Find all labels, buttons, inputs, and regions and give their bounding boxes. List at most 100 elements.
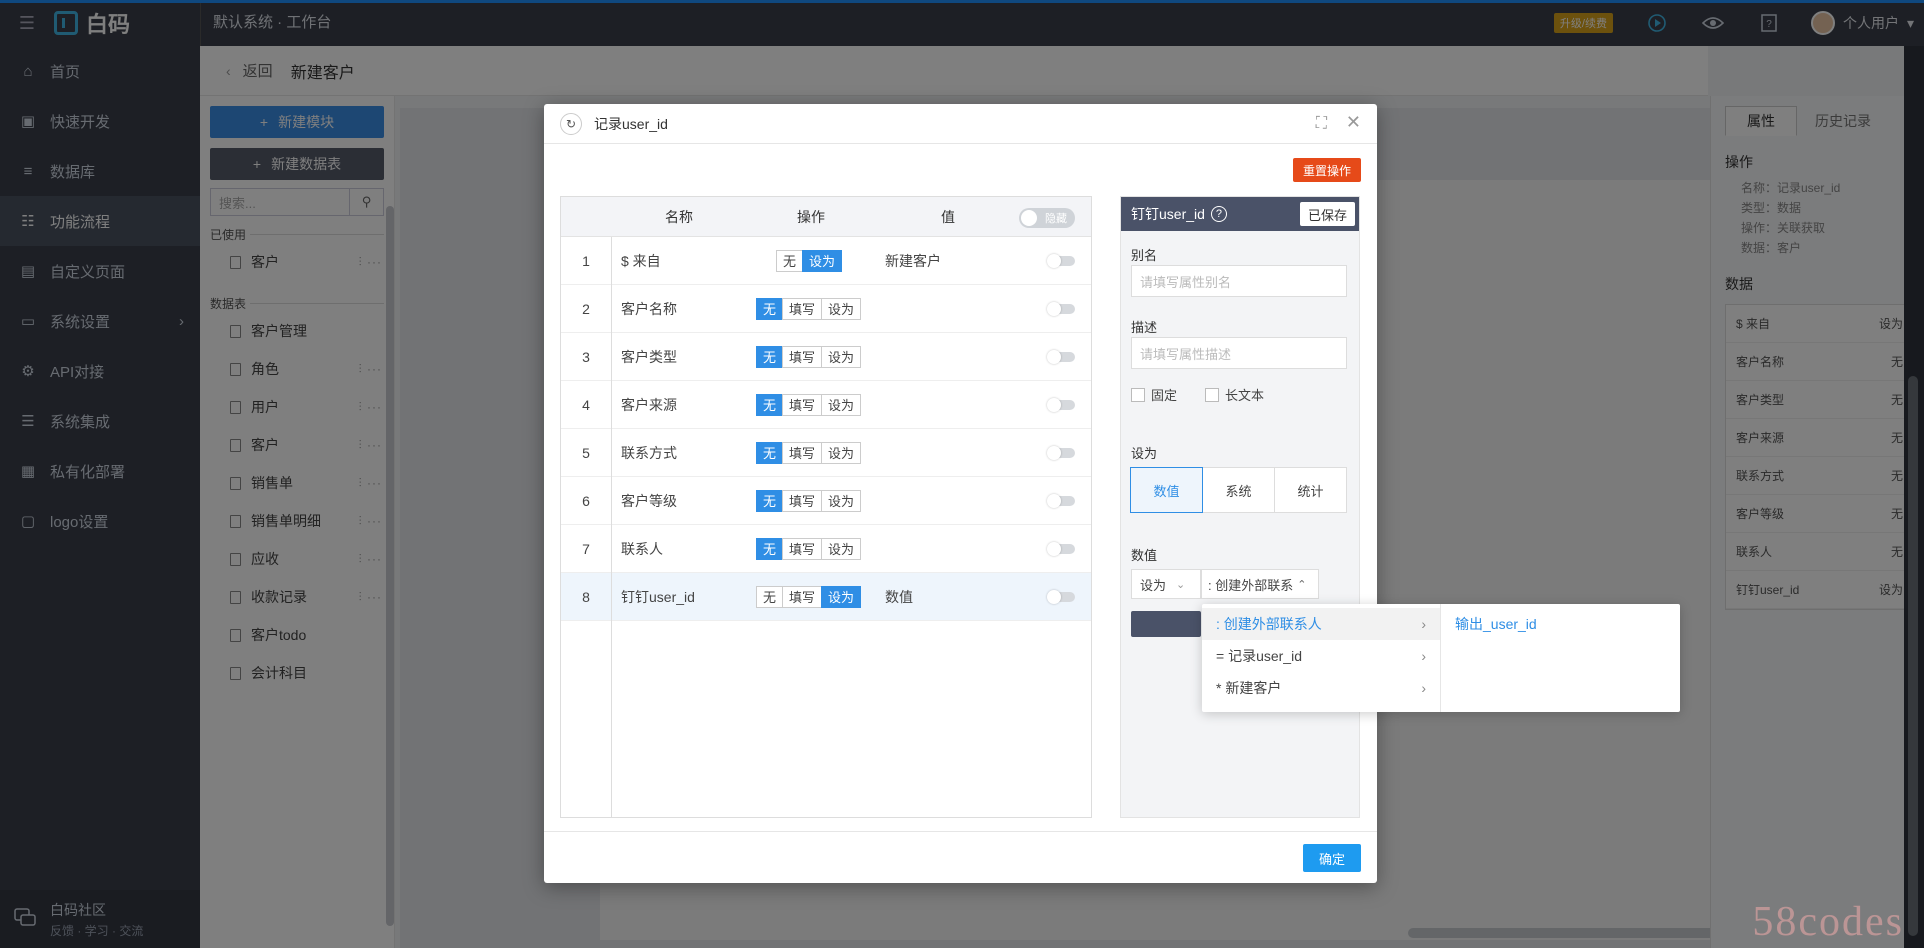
op-fill-button[interactable]: 填写 [782, 489, 823, 512]
op-set-button[interactable]: 设为 [821, 537, 862, 560]
seg-system[interactable]: 系统 [1202, 467, 1275, 513]
row-visibility-switch[interactable] [1047, 445, 1075, 460]
confirm-button[interactable]: 确定 [1303, 844, 1361, 872]
table-row[interactable]: 1 $ 来自 无设为 新建客户 [561, 237, 1091, 285]
op-set-button[interactable]: 设为 [821, 441, 862, 464]
col-name-header: 名称 [665, 208, 693, 225]
row-operation-toggle: 无设为 [776, 249, 843, 272]
hide-toggle-label: 隐藏 [1045, 213, 1067, 225]
longtext-checkbox[interactable]: 长文本 [1205, 385, 1264, 404]
close-icon[interactable]: ✕ [1346, 112, 1361, 133]
seg-stats[interactable]: 统计 [1274, 467, 1347, 513]
op-none-button[interactable]: 无 [756, 585, 784, 608]
chevron-right-icon: › [1421, 648, 1426, 664]
grid-divider [611, 237, 612, 817]
col-op-header: 操作 [797, 208, 825, 225]
table-row[interactable]: 7 联系人 无填写 设为 [561, 525, 1091, 573]
row-number: 1 [582, 252, 590, 269]
row-number: 6 [582, 492, 590, 509]
row-visibility-switch[interactable] [1047, 253, 1075, 268]
alias-field[interactable]: 请填写属性别名 [1131, 265, 1347, 297]
table-row[interactable]: 8 钉钉user_id 无填写 设为 数值 [561, 573, 1091, 621]
cascader-column-2: 输出_user_id [1441, 604, 1680, 712]
setas-select[interactable]: 设为 ⌄ [1131, 569, 1201, 599]
row-operation-toggle: 无填写 设为 [756, 393, 862, 416]
setas-select-value: 设为 [1140, 577, 1167, 593]
row-name: 客户类型 [621, 348, 677, 365]
watermark: 58codes [1752, 899, 1904, 945]
row-number: 3 [582, 348, 590, 365]
panel-action-bar[interactable] [1131, 611, 1201, 637]
row-visibility-switch[interactable] [1047, 349, 1075, 364]
seg-value[interactable]: 数值 [1130, 467, 1203, 513]
saved-button[interactable]: 已保存 [1299, 202, 1355, 226]
source-select[interactable]: : 创建外部联系 ⌃ [1201, 569, 1319, 599]
op-set-button[interactable]: 设为 [821, 345, 862, 368]
op-none-button[interactable]: 无 [776, 249, 804, 272]
row-name: 钉钉user_id [621, 588, 695, 605]
reset-button[interactable]: 重置操作 [1292, 158, 1361, 182]
dialog-title: 记录user_id [594, 115, 668, 132]
fullscreen-icon[interactable]: ⛶ [1316, 115, 1327, 133]
op-none-button[interactable]: 无 [756, 441, 784, 464]
op-fill-button[interactable]: 填写 [782, 441, 823, 464]
alias-placeholder: 请填写属性别名 [1140, 274, 1232, 290]
cascader-column-1: : 创建外部联系人 › = 记录user_id › * 新建客户 › [1202, 604, 1441, 712]
fixed-checkbox[interactable]: 固定 [1131, 385, 1177, 404]
op-fill-button[interactable]: 填写 [782, 585, 823, 608]
checkbox-box [1131, 387, 1145, 402]
op-none-button[interactable]: 无 [756, 345, 784, 368]
cascader-option-label: 输出_user_id [1455, 616, 1537, 632]
op-fill-button[interactable]: 填写 [782, 393, 823, 416]
setas-segmented: 数值 系统 统计 [1130, 467, 1347, 513]
op-none-button[interactable]: 无 [756, 393, 784, 416]
dialog-footer: 确定 [544, 831, 1377, 883]
op-none-button[interactable]: 无 [756, 489, 784, 512]
description-field[interactable]: 请填写属性描述 [1131, 337, 1347, 369]
cascader-output-option[interactable]: 输出_user_id [1441, 608, 1680, 640]
table-row[interactable]: 3 客户类型 无填写 设为 [561, 333, 1091, 381]
row-visibility-switch[interactable] [1047, 301, 1075, 316]
chevron-down-icon: ⌄ [1176, 578, 1186, 591]
table-row[interactable]: 2 客户名称 无填写 设为 [561, 285, 1091, 333]
checkbox-box [1205, 387, 1219, 402]
row-name: 客户来源 [621, 396, 677, 413]
row-value: 数值 [885, 588, 913, 605]
op-fill-button[interactable]: 填写 [782, 297, 823, 320]
refresh-icon[interactable]: ↻ [560, 112, 582, 135]
cascader-option[interactable]: * 新建客户 › [1202, 672, 1440, 704]
cascader-option[interactable]: : 创建外部联系人 › [1202, 608, 1440, 640]
op-set-button[interactable]: 设为 [802, 249, 843, 272]
record-dialog: ↻ 记录user_id ⛶ ✕ 重置操作 名称 操作 值 隐藏 1 $ 来自无设为… [544, 104, 1377, 883]
row-value: 新建客户 [885, 252, 941, 269]
row-operation-toggle: 无填写 设为 [756, 489, 862, 512]
table-row[interactable]: 5 联系方式 无填写 设为 [561, 429, 1091, 477]
cascader-option[interactable]: = 记录user_id › [1202, 640, 1440, 672]
op-fill-button[interactable]: 填写 [782, 537, 823, 560]
op-set-button[interactable]: 设为 [821, 297, 862, 320]
row-visibility-switch[interactable] [1047, 493, 1075, 508]
fixed-label: 固定 [1151, 388, 1178, 403]
table-row[interactable]: 4 客户来源 无填写 设为 [561, 381, 1091, 429]
op-none-button[interactable]: 无 [756, 537, 784, 560]
row-operation-toggle: 无填写 设为 [756, 441, 862, 464]
op-set-button[interactable]: 设为 [821, 585, 862, 608]
row-visibility-switch[interactable] [1047, 589, 1075, 604]
row-operation-toggle: 无填写 设为 [756, 585, 862, 608]
row-operation-toggle: 无填写 设为 [756, 297, 862, 320]
row-name: 联系方式 [621, 444, 677, 461]
question-icon[interactable]: ? [1210, 206, 1227, 222]
row-name: 客户等级 [621, 492, 677, 509]
row-name: 客户名称 [621, 300, 677, 317]
op-none-button[interactable]: 无 [756, 297, 784, 320]
property-panel: 钉钉user_id ? 已保存 别名 请填写属性别名 描述 请填写属性描述 固定… [1120, 196, 1360, 818]
description-label: 描述 [1131, 320, 1158, 335]
table-row[interactable]: 6 客户等级 无填写 设为 [561, 477, 1091, 525]
op-set-button[interactable]: 设为 [821, 393, 862, 416]
row-number: 7 [582, 540, 590, 557]
hide-toggle[interactable]: 隐藏 [1019, 208, 1075, 228]
row-visibility-switch[interactable] [1047, 541, 1075, 556]
op-fill-button[interactable]: 填写 [782, 345, 823, 368]
op-set-button[interactable]: 设为 [821, 489, 862, 512]
row-visibility-switch[interactable] [1047, 397, 1075, 412]
